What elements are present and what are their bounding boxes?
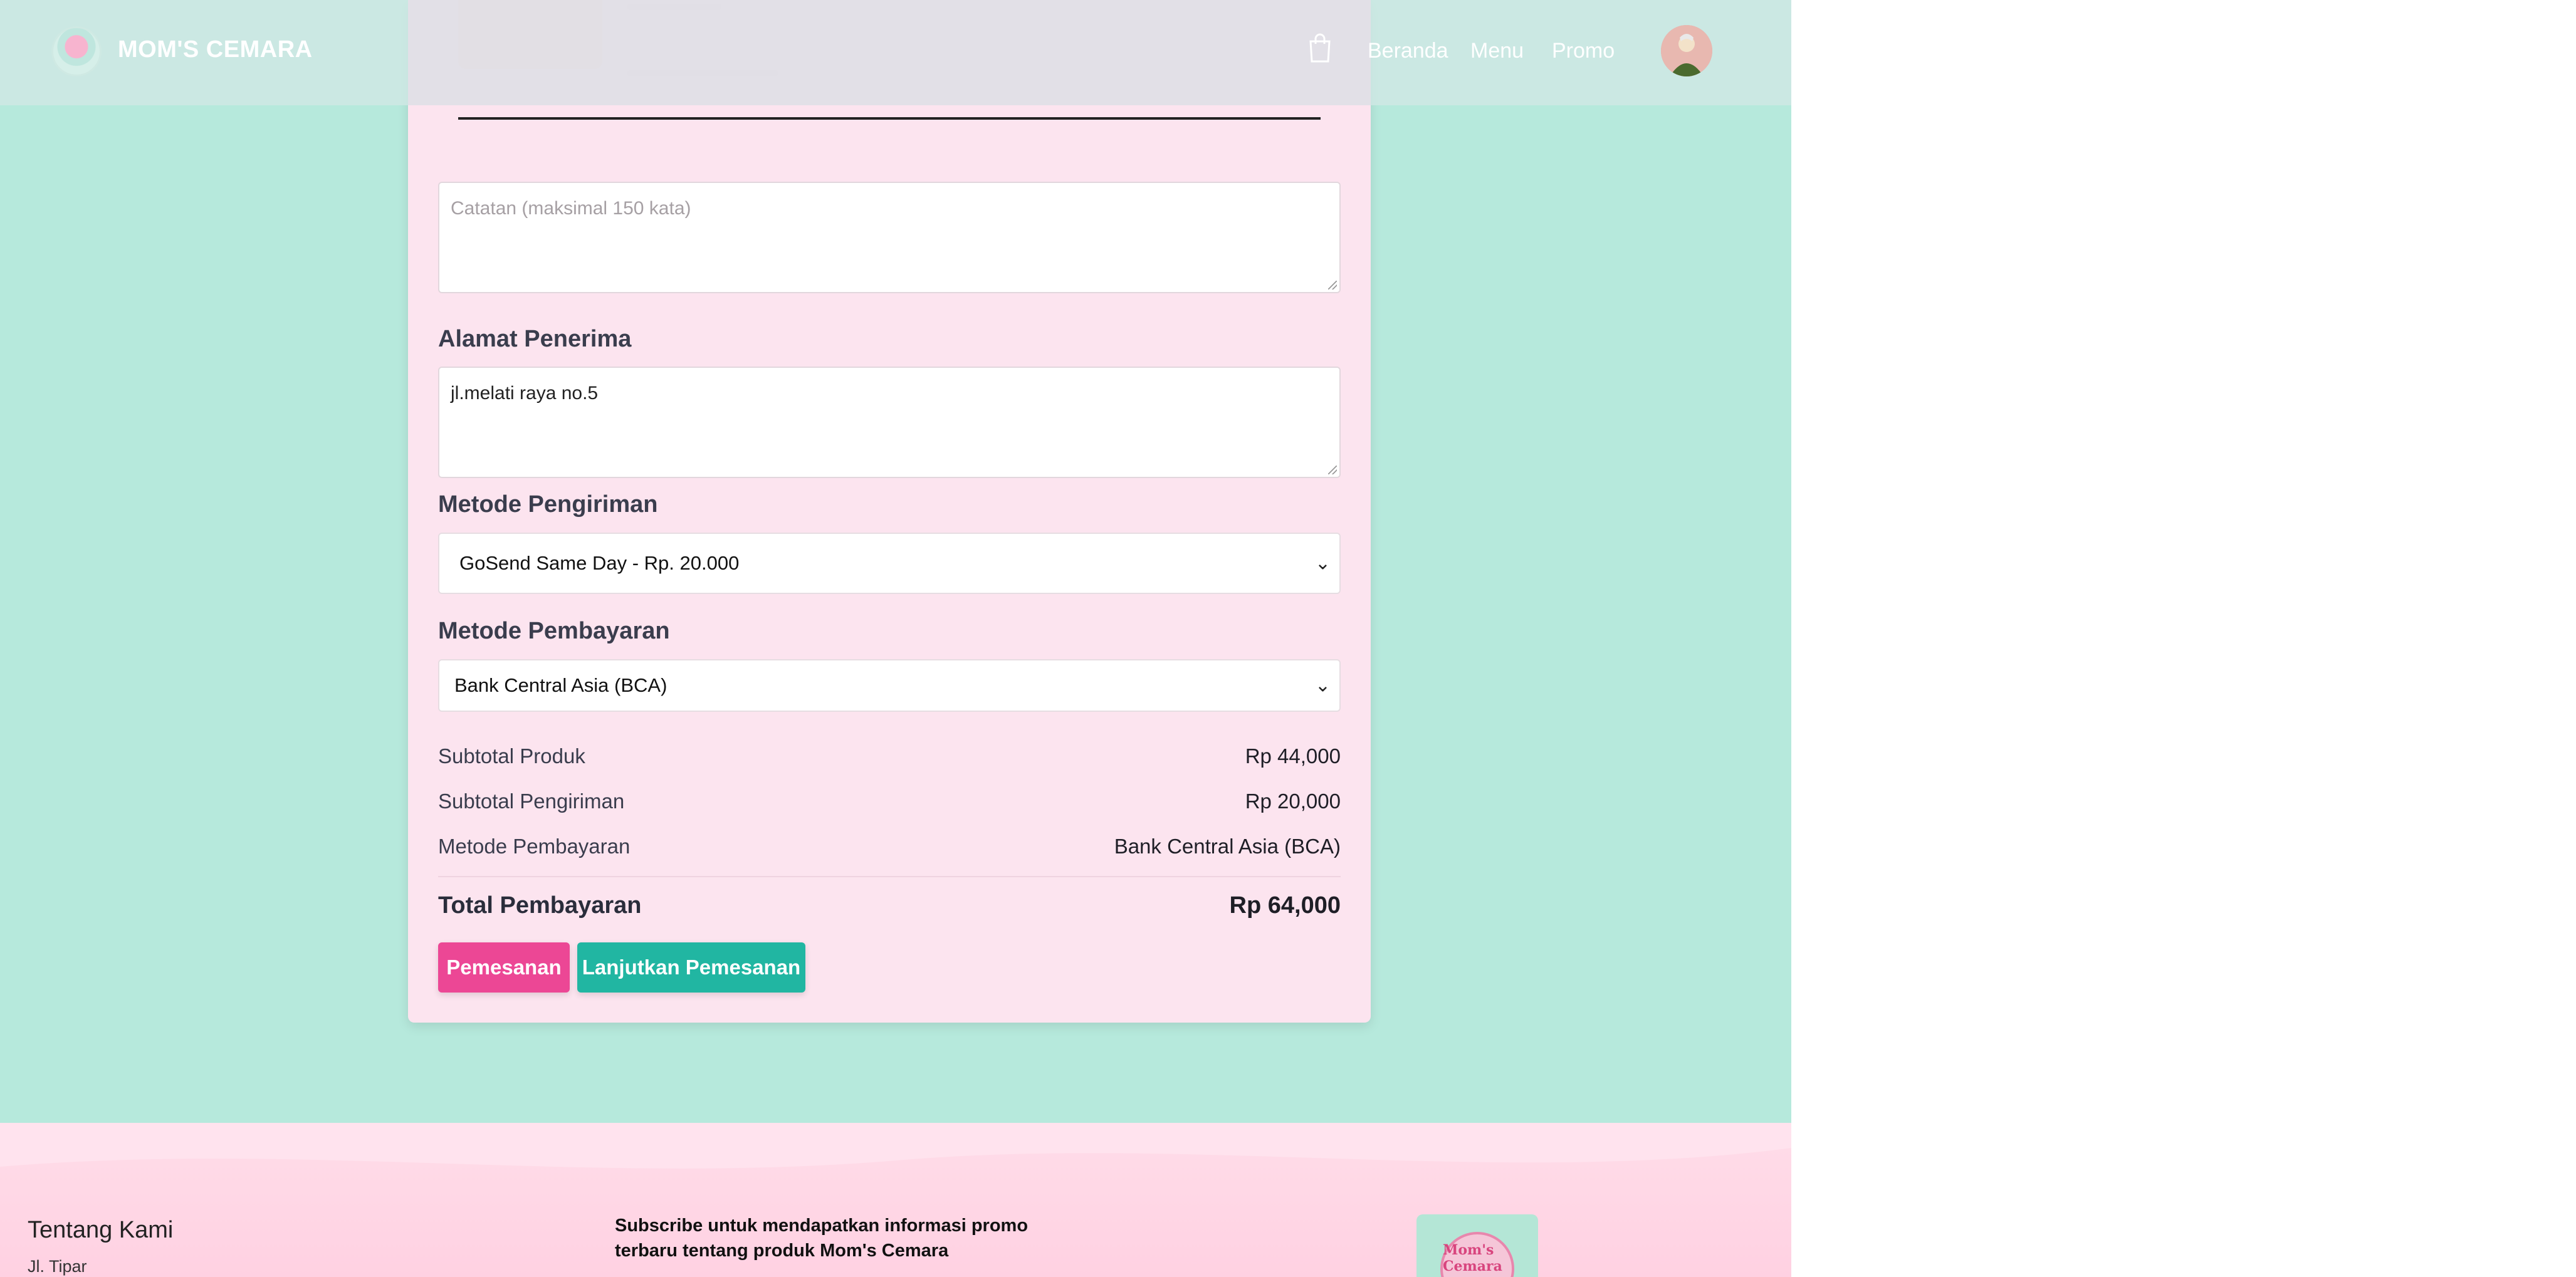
chevron-down-icon: ⌄ bbox=[1314, 675, 1331, 696]
navbar-overlay-area bbox=[408, 0, 1371, 105]
nav-link-beranda[interactable]: Beranda bbox=[1368, 39, 1448, 63]
navbar: MOM'S CEMARA Beranda Menu Promo bbox=[0, 0, 1791, 105]
chevron-down-icon: ⌄ bbox=[1314, 553, 1331, 574]
payment-label: Metode Pembayaran bbox=[438, 618, 670, 644]
summary-value: Rp 20,000 bbox=[1245, 790, 1341, 813]
footer-about-title: Tentang Kami bbox=[28, 1217, 174, 1243]
shipping-select[interactable]: GoSend Same Day - Rp. 20.000 ⌄ bbox=[438, 533, 1341, 594]
total-value: Rp 64,000 bbox=[1229, 892, 1341, 919]
user-avatar[interactable] bbox=[1661, 25, 1712, 76]
address-label: Alamat Penerima bbox=[438, 326, 632, 352]
divider bbox=[458, 117, 1321, 120]
summary-value: Bank Central Asia (BCA) bbox=[1114, 835, 1341, 858]
footer-logo-badge: Mom's Cemara bbox=[1440, 1232, 1514, 1277]
footer-wave bbox=[0, 1123, 1791, 1169]
shopping-bag-icon[interactable] bbox=[1307, 33, 1333, 63]
continue-order-button[interactable]: Lanjutkan Pemesanan bbox=[577, 942, 805, 993]
brand-logo-icon[interactable] bbox=[51, 26, 102, 76]
footer-subscribe-text: Subscribe untuk mendapatkan informasi pr… bbox=[615, 1216, 1029, 1261]
summary-label: Subtotal Pengiriman bbox=[438, 790, 625, 813]
address-value: jl.melati raya no.5 bbox=[451, 383, 599, 404]
footer: Tentang Kami Jl. Tipar Subscribe untuk m… bbox=[0, 1123, 1791, 1277]
footer-address: Jl. Tipar bbox=[28, 1257, 87, 1276]
footer-logo: Mom's Cemara bbox=[1416, 1214, 1538, 1277]
order-button[interactable]: Pemesanan bbox=[438, 942, 570, 993]
notes-placeholder: Catatan (maksimal 150 kata) bbox=[451, 198, 691, 219]
shipping-selected: GoSend Same Day - Rp. 20.000 bbox=[459, 552, 740, 574]
resize-handle[interactable] bbox=[1328, 466, 1337, 474]
brand-name[interactable]: MOM'S CEMARA bbox=[118, 36, 313, 63]
shipping-label: Metode Pengiriman bbox=[438, 491, 658, 518]
address-textarea[interactable]: jl.melati raya no.5 bbox=[438, 367, 1341, 478]
total-label: Total Pembayaran bbox=[438, 892, 642, 919]
summary-row: Subtotal Pengiriman Rp 20,000 bbox=[438, 790, 1341, 813]
payment-selected: Bank Central Asia (BCA) bbox=[454, 674, 668, 696]
summary-value: Rp 44,000 bbox=[1245, 744, 1341, 768]
footer-logo-text: Mom's Cemara bbox=[1443, 1242, 1502, 1274]
summary-label: Metode Pembayaran bbox=[438, 835, 631, 858]
summary-row: Subtotal Produk Rp 44,000 bbox=[438, 744, 1341, 768]
nav-link-menu[interactable]: Menu bbox=[1470, 39, 1524, 63]
site-page: Catatan (maksimal 150 kata) Alamat Pener… bbox=[0, 0, 1791, 1277]
summary-label: Subtotal Produk bbox=[438, 744, 585, 768]
notes-textarea[interactable]: Catatan (maksimal 150 kata) bbox=[438, 182, 1341, 293]
checkout-card: Catatan (maksimal 150 kata) Alamat Pener… bbox=[408, 0, 1371, 1023]
summary-row: Metode Pembayaran Bank Central Asia (BCA… bbox=[438, 835, 1341, 858]
summary-divider bbox=[438, 876, 1341, 877]
resize-handle[interactable] bbox=[1328, 281, 1337, 289]
total-row: Total Pembayaran Rp 64,000 bbox=[438, 892, 1341, 919]
payment-select[interactable]: Bank Central Asia (BCA) ⌄ bbox=[438, 659, 1341, 712]
nav-link-promo[interactable]: Promo bbox=[1552, 39, 1615, 63]
